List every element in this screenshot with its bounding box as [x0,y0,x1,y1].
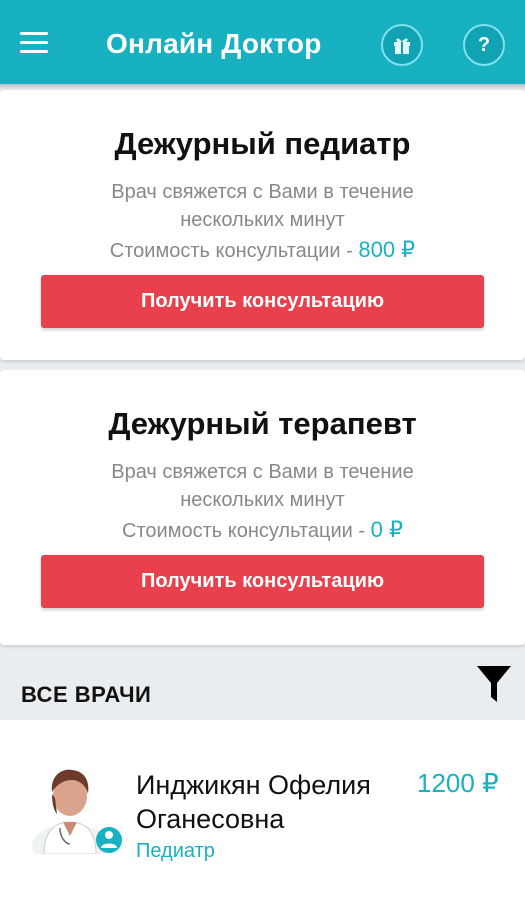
doctor-avatar [32,769,122,854]
doctor-specialty: Педиатр [136,840,215,862]
doctor-name: Инджикян Офелия Оганесовна [136,770,371,834]
pediatrician-card: Дежурный педиатр Врач свяжется с Вами в … [0,90,525,360]
get-consultation-button[interactable]: Получить консультацию [41,555,484,608]
doctor-list-item[interactable]: Инджикян Офелия Оганесовна Педиатр 1200 … [0,720,525,900]
gift-button[interactable] [381,24,423,66]
price-value: 800 ₽ [358,237,416,262]
doctor-badge-icon [105,831,113,839]
filter-icon [477,666,511,702]
card-price-line: Стоимость консультации - 800 ₽ [0,237,525,263]
card-subtitle: Врач свяжется с Вами в течение нескольки… [111,461,414,511]
get-consultation-button[interactable]: Получить консультацию [41,275,484,328]
help-button[interactable]: ? [463,24,505,66]
price-value: 0 ₽ [370,517,403,542]
doctor-price: 1200 ₽ [417,768,499,798]
menu-icon[interactable] [20,32,50,54]
app-bar: Онлайн Доктор ? [0,0,525,84]
card-price-line: Стоимость консультации - 0 ₽ [0,517,525,543]
section-title: ВСЕ ВРАЧИ [21,682,152,707]
price-label: Стоимость консультации - [109,240,353,262]
price-label: Стоимость консультации - [122,520,366,542]
card-title: Дежурный педиатр [114,126,411,161]
card-subtitle: Врач свяжется с Вами в течение нескольки… [111,181,414,231]
therapist-card: Дежурный терапевт Врач свяжется с Вами в… [0,370,525,645]
card-title: Дежурный терапевт [108,406,417,441]
app-title: Онлайн Доктор [106,28,322,59]
gift-icon [394,38,410,54]
help-icon: ? [477,33,491,56]
filter-button[interactable] [476,664,512,704]
